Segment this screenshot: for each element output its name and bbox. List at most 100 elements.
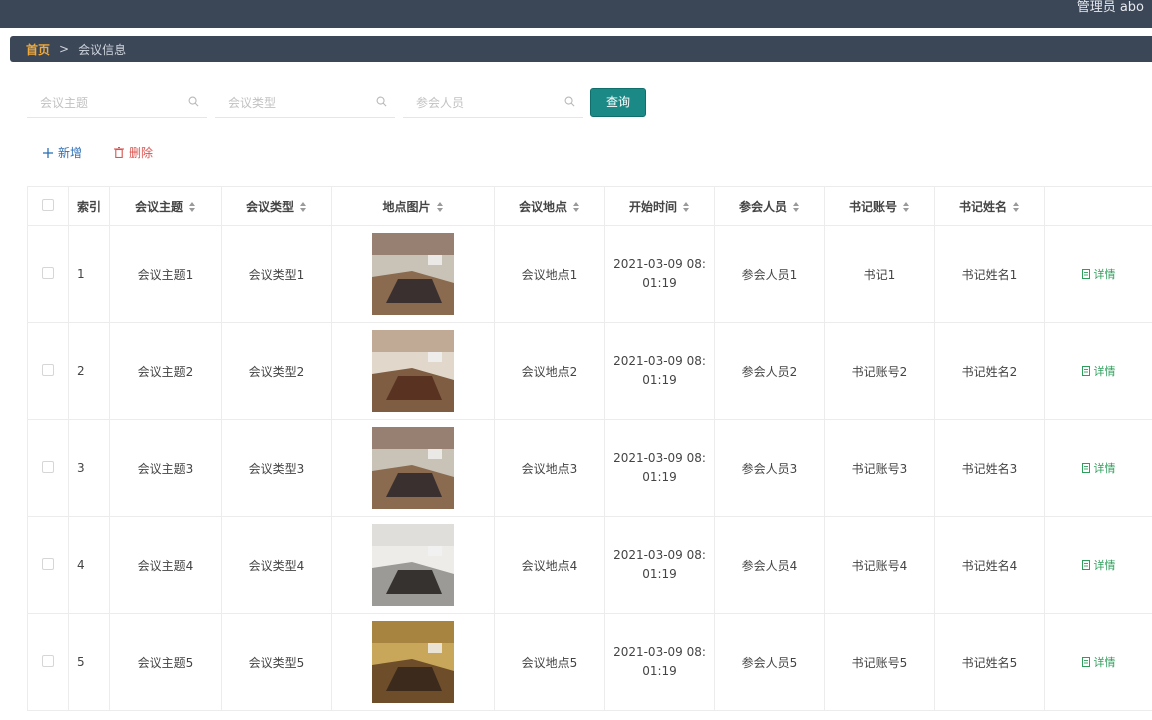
detail-button[interactable]: 详情 bbox=[1081, 460, 1116, 476]
sort-icon[interactable] bbox=[189, 202, 196, 212]
row-place: 会议地点5 bbox=[494, 613, 605, 711]
row-topic: 会议主题2 bbox=[109, 322, 222, 420]
conference-room-image[interactable] bbox=[372, 330, 454, 412]
row-type: 会议类型3 bbox=[221, 419, 332, 517]
sort-icon[interactable] bbox=[573, 202, 580, 212]
column-header-start[interactable]: 开始时间 bbox=[604, 186, 715, 226]
row-checkbox[interactable] bbox=[42, 654, 54, 667]
row-select-cell[interactable] bbox=[27, 322, 69, 420]
row-actions: 详情 bbox=[1044, 613, 1152, 711]
table-row[interactable]: 3 会议主题3 会议类型3 会议地点3 2021-03-09 08:01:19 参会人员3… bbox=[27, 419, 1152, 517]
row-checkbox[interactable] bbox=[42, 363, 54, 376]
row-topic: 会议主题4 bbox=[109, 516, 222, 614]
column-header-account[interactable]: 书记账号 bbox=[824, 186, 935, 226]
row-people: 参会人员4 bbox=[714, 516, 825, 614]
sort-icon[interactable] bbox=[436, 202, 444, 212]
row-start-time: 2021-03-09 08:01:19 bbox=[613, 645, 706, 678]
column-header-name[interactable]: 书记姓名 bbox=[934, 186, 1045, 226]
select-all-cell[interactable] bbox=[27, 186, 69, 226]
detail-button[interactable]: 详情 bbox=[1081, 363, 1116, 379]
add-button[interactable]: 新增 bbox=[43, 144, 82, 161]
row-account: 书记账号3 bbox=[824, 419, 935, 517]
sort-icon[interactable] bbox=[300, 202, 307, 212]
row-account: 书记账号5 bbox=[824, 613, 935, 711]
conference-room-image[interactable] bbox=[372, 621, 454, 703]
select-all-checkbox[interactable] bbox=[42, 198, 54, 211]
column-header-actions bbox=[1044, 186, 1152, 226]
document-icon bbox=[1081, 366, 1090, 376]
table-header-row: 索引 会议主题 会议类型 地点图片 会议地点 开始时间 参会人员 书记账号 书记… bbox=[27, 186, 1152, 226]
type-search-input[interactable]: 会议类型 bbox=[215, 86, 395, 118]
document-icon bbox=[1081, 269, 1090, 279]
conference-room-image[interactable] bbox=[372, 427, 454, 509]
column-header-topic-label: 会议主题 bbox=[134, 199, 183, 214]
row-people: 参会人员2 bbox=[714, 322, 825, 420]
user-label[interactable]: 管理员 abo bbox=[1077, 0, 1144, 18]
row-actions: 详情 bbox=[1044, 225, 1152, 323]
conference-room-image[interactable] bbox=[372, 524, 454, 606]
row-place: 会议地点1 bbox=[494, 225, 605, 323]
row-actions: 详情 bbox=[1044, 322, 1152, 420]
document-icon bbox=[1081, 560, 1090, 570]
row-type: 会议类型2 bbox=[221, 322, 332, 420]
row-image-cell bbox=[331, 613, 495, 711]
row-people: 参会人员5 bbox=[714, 613, 825, 711]
row-checkbox[interactable] bbox=[42, 460, 54, 473]
row-start-cell: 2021-03-09 08:01:19 bbox=[604, 322, 715, 420]
topic-search-input[interactable]: 会议主题 bbox=[27, 86, 207, 118]
column-header-type[interactable]: 会议类型 bbox=[221, 186, 332, 226]
row-select-cell[interactable] bbox=[27, 516, 69, 614]
row-topic: 会议主题5 bbox=[109, 613, 222, 711]
row-actions: 详情 bbox=[1044, 516, 1152, 614]
query-button[interactable]: 查询 bbox=[590, 88, 646, 117]
people-search-input[interactable]: 参会人员 bbox=[403, 86, 583, 118]
detail-button-label: 详情 bbox=[1093, 365, 1116, 378]
row-secretary-name: 书记姓名2 bbox=[934, 322, 1045, 420]
detail-button-label: 详情 bbox=[1093, 268, 1116, 281]
table-row[interactable]: 2 会议主题2 会议类型2 会议地点2 2021-03-09 08:01:19 参会人员2… bbox=[27, 322, 1152, 420]
sort-icon[interactable] bbox=[683, 202, 690, 212]
document-icon bbox=[1081, 657, 1090, 667]
type-search-placeholder: 会议类型 bbox=[228, 96, 277, 110]
breadcrumb-home[interactable]: 首页 bbox=[26, 41, 50, 58]
column-header-place[interactable]: 会议地点 bbox=[494, 186, 605, 226]
detail-button[interactable]: 详情 bbox=[1081, 557, 1116, 573]
column-header-account-label: 书记账号 bbox=[848, 199, 897, 214]
search-icon bbox=[376, 96, 387, 107]
sort-icon[interactable] bbox=[1013, 202, 1020, 212]
column-header-image[interactable]: 地点图片 bbox=[331, 186, 495, 226]
row-secretary-name: 书记姓名4 bbox=[934, 516, 1045, 614]
row-start-time: 2021-03-09 08:01:19 bbox=[613, 548, 706, 581]
row-checkbox[interactable] bbox=[42, 266, 54, 279]
column-header-topic[interactable]: 会议主题 bbox=[109, 186, 222, 226]
column-header-name-label: 书记姓名 bbox=[958, 199, 1007, 214]
detail-button[interactable]: 详情 bbox=[1081, 266, 1116, 282]
row-type: 会议类型5 bbox=[221, 613, 332, 711]
row-account: 书记1 bbox=[824, 225, 935, 323]
table-row[interactable]: 5 会议主题5 会议类型5 会议地点5 2021-03-09 08:01:19 参会人员5… bbox=[27, 613, 1152, 711]
conference-room-image[interactable] bbox=[372, 233, 454, 315]
search-icon bbox=[188, 96, 199, 107]
row-type: 会议类型4 bbox=[221, 516, 332, 614]
column-header-people[interactable]: 参会人员 bbox=[714, 186, 825, 226]
table-row[interactable]: 1 会议主题1 会议类型1 会议地点1 2021-03-09 08:01:19 参会人员1… bbox=[27, 225, 1152, 323]
row-checkbox[interactable] bbox=[42, 557, 54, 570]
detail-button[interactable]: 详情 bbox=[1081, 654, 1116, 670]
row-select-cell[interactable] bbox=[27, 613, 69, 711]
row-start-time: 2021-03-09 08:01:19 bbox=[613, 257, 706, 290]
row-select-cell[interactable] bbox=[27, 419, 69, 517]
search-icon bbox=[564, 96, 575, 107]
detail-button-label: 详情 bbox=[1093, 462, 1116, 475]
sort-icon[interactable] bbox=[793, 202, 800, 212]
plus-icon bbox=[43, 147, 53, 158]
row-index: 1 bbox=[68, 225, 110, 323]
row-place: 会议地点3 bbox=[494, 419, 605, 517]
row-index: 2 bbox=[68, 322, 110, 420]
people-search-placeholder: 参会人员 bbox=[416, 96, 465, 110]
row-image-cell bbox=[331, 419, 495, 517]
row-select-cell[interactable] bbox=[27, 225, 69, 323]
table-row[interactable]: 4 会议主题4 会议类型4 会议地点4 2021-03-09 08:01:19 参会人员4… bbox=[27, 516, 1152, 614]
delete-button[interactable]: 删除 bbox=[114, 144, 153, 161]
sort-icon[interactable] bbox=[903, 202, 910, 212]
row-start-cell: 2021-03-09 08:01:19 bbox=[604, 516, 715, 614]
